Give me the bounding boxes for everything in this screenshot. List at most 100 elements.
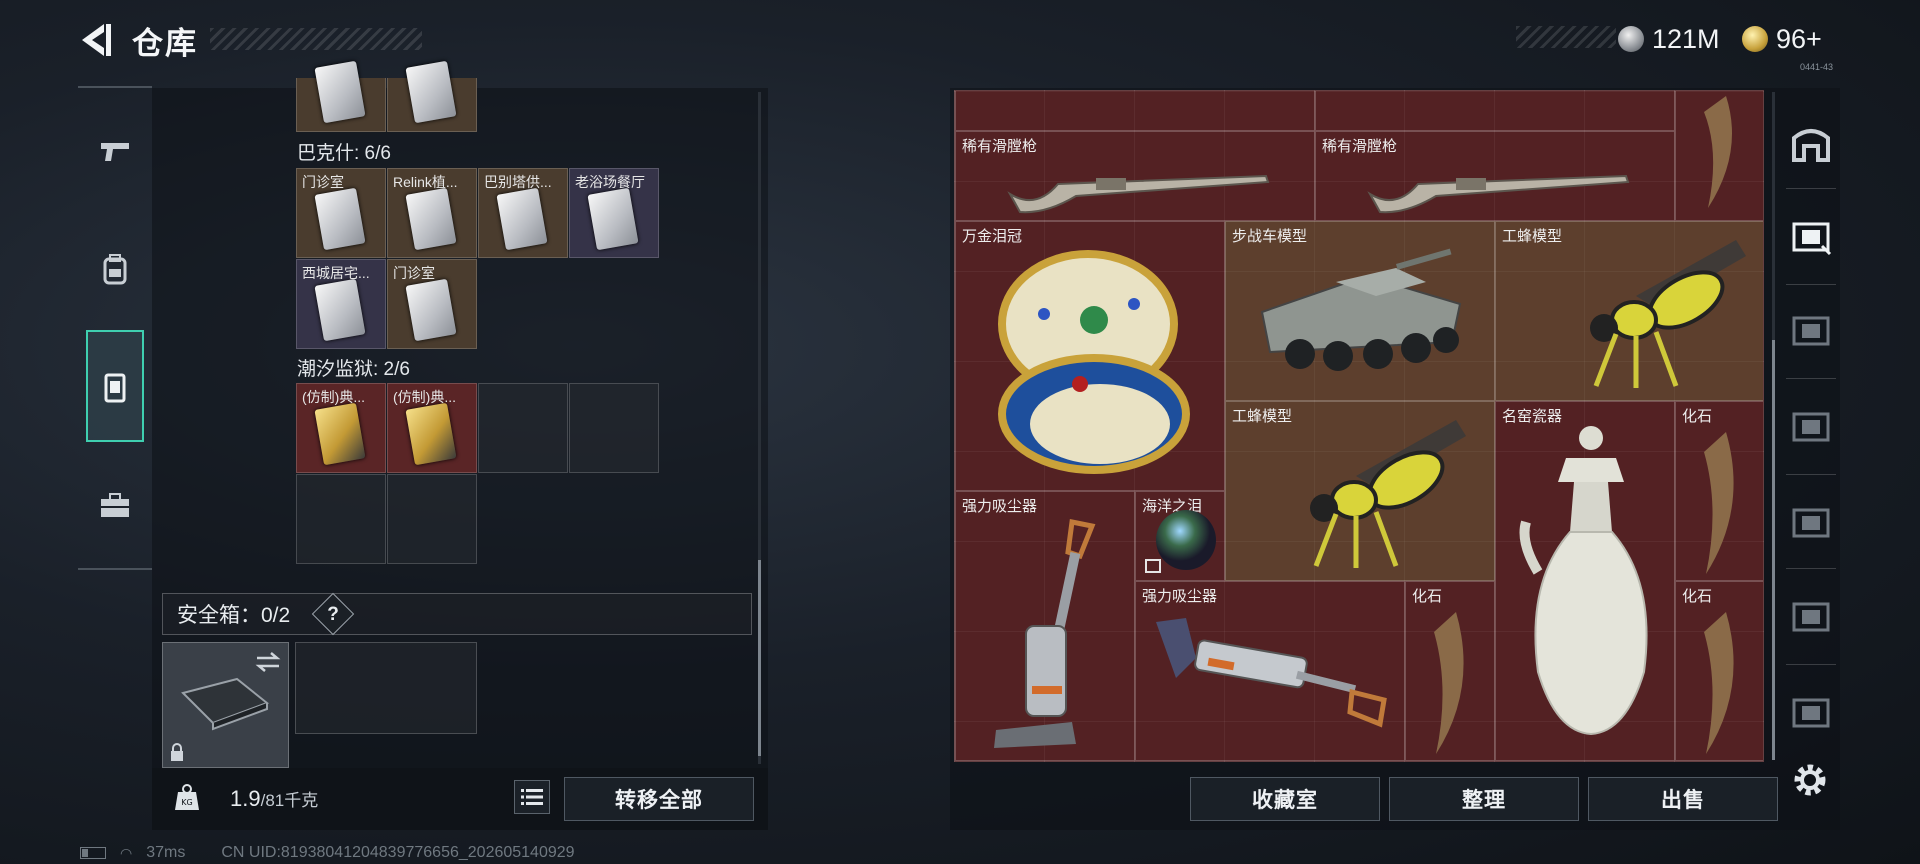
- fossil-claw-icon: [1704, 612, 1734, 754]
- gold-card-icon: [405, 402, 457, 466]
- item-label: 强力吸尘器: [1142, 588, 1218, 605]
- item-tile[interactable]: 巴别塔供...: [478, 168, 568, 258]
- weight-icon: KG: [175, 784, 199, 810]
- item-tile[interactable]: 门诊室: [387, 259, 477, 349]
- list-icon: [521, 789, 543, 805]
- item-label: Relink植...: [393, 174, 458, 190]
- fossil-claw-icon: [1704, 96, 1732, 208]
- stash-box-icon: [1792, 412, 1830, 442]
- stash-item[interactable]: 万金泪冠: [955, 221, 1225, 491]
- gold-coin-icon: [1742, 26, 1768, 52]
- stash-box-icon: [1792, 602, 1830, 632]
- version-label: 0441-43: [1800, 62, 1834, 72]
- stash-item[interactable]: 稀有滑膛枪: [955, 131, 1315, 221]
- stash-item[interactable]: 名窑瓷器: [1495, 401, 1675, 761]
- rnav-stash-tab-4[interactable]: [1784, 490, 1838, 554]
- safe-case-icon: [181, 677, 270, 731]
- stash-box-icon: [1792, 508, 1830, 538]
- stash-item[interactable]: 化石: [1405, 581, 1495, 761]
- stash-item[interactable]: 化石: [1675, 581, 1763, 761]
- backpack-icon: [103, 254, 127, 285]
- rnav-stash-tab-1[interactable]: [1784, 204, 1838, 268]
- nav-divider: [78, 86, 152, 88]
- access-card-icon: [587, 187, 639, 251]
- item-label: 门诊室: [302, 174, 344, 190]
- safe-box-slot[interactable]: [162, 642, 289, 768]
- wasp-model-icon: [1310, 420, 1466, 568]
- nav-backpack[interactable]: [78, 212, 152, 326]
- stash-item[interactable]: 强力吸尘器: [1135, 581, 1405, 761]
- item-label: 化石: [1412, 588, 1443, 605]
- access-card-icon: [405, 60, 457, 124]
- nav-weapons[interactable]: [78, 94, 152, 208]
- fossil-claw-icon: [1704, 432, 1734, 574]
- fossil-claw-icon: [1434, 612, 1464, 754]
- stash-box-icon: [1792, 316, 1830, 346]
- stash-item-partial[interactable]: [955, 91, 1315, 131]
- rnav-stash-tab-6[interactable]: [1784, 680, 1838, 744]
- rnav-stash-tab-3[interactable]: [1784, 394, 1838, 458]
- inventory-scroll-thumb[interactable]: [758, 560, 761, 756]
- rnav-stash-tab-5[interactable]: [1784, 584, 1838, 648]
- gold-currency[interactable]: 96+: [1742, 22, 1822, 56]
- item-label: 化石: [1682, 588, 1713, 605]
- item-tile[interactable]: (仿制)典...: [387, 383, 477, 473]
- list-view-button[interactable]: [514, 780, 550, 814]
- item-label: 强力吸尘器: [962, 498, 1038, 515]
- stash-box-icon: [1792, 698, 1830, 728]
- stash-grid: 稀有滑膛枪 稀有滑膛枪 万金泪冠 步战车模型 工蜂模型 工蜂模型 名窑瓷器 化石…: [954, 90, 1764, 762]
- weight-current: 1.9: [230, 786, 261, 811]
- access-card-icon: [314, 60, 366, 124]
- stash-scroll-thumb[interactable]: [1772, 340, 1775, 760]
- weight-readout: 1.9/81千克: [230, 786, 318, 812]
- stash-item[interactable]: 稀有滑膛枪: [1315, 131, 1675, 221]
- item-label: 稀有滑膛枪: [962, 138, 1038, 155]
- empty-slot[interactable]: [478, 383, 568, 473]
- back-arrow-icon[interactable]: [78, 20, 112, 60]
- item-label: 巴别塔供...: [484, 174, 552, 190]
- item-label: 老浴场餐厅: [575, 174, 645, 190]
- item-tile[interactable]: 老浴场餐厅: [569, 168, 659, 258]
- stash-item[interactable]: 化石: [1675, 401, 1763, 581]
- stash-item-partial[interactable]: [1315, 91, 1675, 131]
- swap-icon[interactable]: [255, 651, 281, 673]
- empty-slot[interactable]: [569, 383, 659, 473]
- transfer-all-button[interactable]: 转移全部: [564, 777, 754, 821]
- collection-room-button[interactable]: 收藏室: [1190, 777, 1380, 821]
- collection-title: 潮汐监狱: 2/6: [297, 359, 410, 380]
- container-icon: [104, 373, 126, 403]
- vacuum-cleaner-icon: [1156, 618, 1387, 728]
- silver-coin-icon: [1618, 26, 1644, 52]
- item-tile[interactable]: 西城居宅...: [296, 259, 386, 349]
- stash-item-partial[interactable]: [1675, 91, 1763, 221]
- empty-slot[interactable]: [387, 474, 477, 564]
- stash-item[interactable]: 强力吸尘器: [955, 491, 1135, 761]
- stash-item[interactable]: 工蜂模型: [1225, 401, 1495, 581]
- sell-button[interactable]: 出售: [1588, 777, 1778, 821]
- help-icon[interactable]: ?: [318, 600, 348, 630]
- stash-item[interactable]: 工蜂模型: [1495, 221, 1763, 401]
- item-tile[interactable]: 门诊室: [296, 168, 386, 258]
- nav-toolbox[interactable]: [78, 448, 152, 562]
- rnav-stash-tab-2[interactable]: [1784, 298, 1838, 362]
- item-tile[interactable]: Relink植...: [387, 168, 477, 258]
- item-label: 门诊室: [393, 265, 435, 281]
- safe-box-empty-slot[interactable]: [295, 642, 477, 734]
- stash-item[interactable]: 步战车模型: [1225, 221, 1495, 401]
- item-tile[interactable]: [296, 60, 386, 132]
- gold-card-icon: [314, 402, 366, 466]
- nav-container[interactable]: [78, 330, 152, 444]
- currency-decoration: [1516, 26, 1616, 48]
- empty-slot[interactable]: [296, 474, 386, 564]
- item-tile[interactable]: [387, 60, 477, 132]
- organize-button[interactable]: 整理: [1389, 777, 1579, 821]
- toolbox-icon: [101, 493, 129, 517]
- item-tile[interactable]: (仿制)典...: [296, 383, 386, 473]
- stash-item[interactable]: 海洋之泪: [1135, 491, 1225, 581]
- access-card-icon: [314, 278, 366, 342]
- settings-gear-icon[interactable]: [1790, 760, 1830, 800]
- item-label: (仿制)典...: [393, 389, 456, 405]
- access-card-icon: [405, 187, 457, 251]
- svg-text:KG: KG: [181, 798, 192, 807]
- rnav-stash-home[interactable]: [1784, 112, 1838, 176]
